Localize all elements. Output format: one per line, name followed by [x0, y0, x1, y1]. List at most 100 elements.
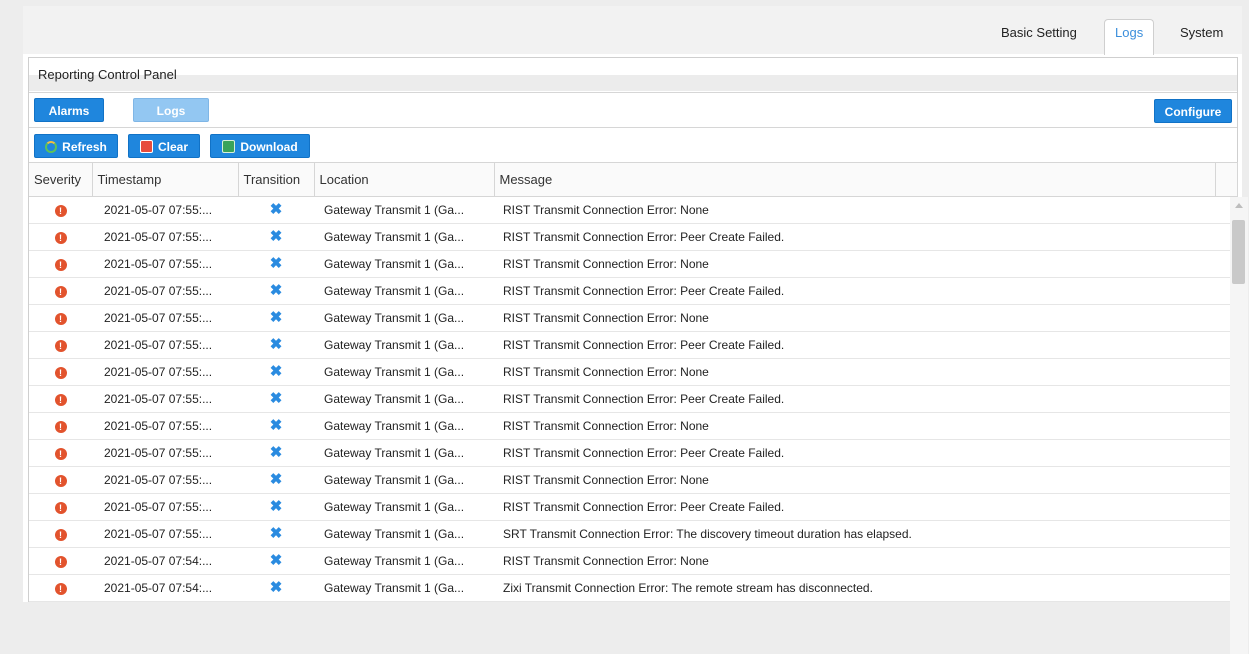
column-header-location[interactable]: Location [314, 162, 495, 197]
severity-cell: ! [29, 412, 92, 440]
severity-cell: ! [29, 304, 92, 332]
error-icon: ! [54, 448, 67, 460]
table-row[interactable]: ! 2021-05-07 07:54:... ✖ Gateway Transmit 1… [29, 574, 1237, 602]
table-row[interactable]: ! 2021-05-07 07:55:... ✖ Gateway Transmit 1… [29, 412, 1237, 440]
refresh-button[interactable]: Refresh [34, 134, 118, 158]
x-mark-icon: ✖ [269, 525, 283, 542]
vertical-scrollbar[interactable] [1230, 197, 1248, 654]
location-cell: Gateway Transmit 1 (Ga... [314, 250, 494, 278]
download-button[interactable]: Download [210, 134, 310, 158]
alarms-button[interactable]: Alarms [34, 98, 104, 122]
logs-button[interactable]: Logs [133, 98, 209, 122]
message-cell: RIST Transmit Connection Error: None [494, 547, 1215, 575]
table-row[interactable]: ! 2021-05-07 07:55:... ✖ Gateway Transmit 1… [29, 223, 1237, 251]
error-icon: ! [54, 583, 67, 595]
scroll-thumb[interactable] [1232, 220, 1245, 284]
configure-button[interactable]: Configure [1154, 99, 1232, 123]
severity-cell: ! [29, 574, 92, 602]
location-cell: Gateway Transmit 1 (Ga... [314, 304, 494, 332]
timestamp-cell: 2021-05-07 07:55:... [92, 493, 238, 521]
location-cell: Gateway Transmit 1 (Ga... [314, 493, 494, 521]
clear-button[interactable]: Clear [128, 134, 200, 158]
error-icon: ! [54, 259, 67, 271]
panel-title: Reporting Control Panel [38, 67, 177, 82]
location-cell: Gateway Transmit 1 (Ga... [314, 358, 494, 386]
timestamp-cell: 2021-05-07 07:55:... [92, 196, 238, 224]
x-mark-icon: ✖ [269, 363, 283, 380]
x-mark-icon: ✖ [269, 471, 283, 488]
download-icon [222, 140, 236, 153]
error-icon: ! [54, 205, 67, 217]
column-header-severity[interactable]: Severity [29, 162, 93, 197]
x-mark-icon: ✖ [269, 282, 283, 299]
table-row[interactable]: ! 2021-05-07 07:55:... ✖ Gateway Transmit 1… [29, 493, 1237, 521]
column-header-transition[interactable]: Transition [238, 162, 315, 197]
timestamp-cell: 2021-05-07 07:55:... [92, 223, 238, 251]
error-icon: ! [54, 475, 67, 487]
message-cell: RIST Transmit Connection Error: None [494, 196, 1215, 224]
message-cell: RIST Transmit Connection Error: Peer Cre… [494, 439, 1215, 467]
x-mark-icon: ✖ [269, 255, 283, 272]
table-row[interactable]: ! 2021-05-07 07:55:... ✖ Gateway Transmit 1… [29, 304, 1237, 332]
x-mark-icon: ✖ [269, 390, 283, 407]
table-row[interactable]: ! 2021-05-07 07:55:... ✖ Gateway Transmit 1… [29, 358, 1237, 386]
timestamp-cell: 2021-05-07 07:55:... [92, 466, 238, 494]
tab-system[interactable]: System [1170, 20, 1233, 54]
error-icon: ! [54, 556, 67, 568]
error-icon: ! [54, 232, 67, 244]
refresh-icon [45, 141, 58, 153]
refresh-label: Refresh [62, 140, 107, 154]
error-icon: ! [54, 394, 67, 406]
view-switcher: Alarms Logs Configure [29, 92, 1237, 128]
table-row[interactable]: ! 2021-05-07 07:54:... ✖ Gateway Transmit 1… [29, 547, 1237, 575]
panel-header: Reporting Control Panel [29, 58, 1237, 91]
error-icon: ! [54, 421, 67, 433]
location-cell: Gateway Transmit 1 (Ga... [314, 412, 494, 440]
transition-cell: ✖ [238, 277, 314, 305]
location-cell: Gateway Transmit 1 (Ga... [314, 520, 494, 548]
clear-icon [139, 140, 153, 153]
location-cell: Gateway Transmit 1 (Ga... [314, 196, 494, 224]
table-row[interactable]: ! 2021-05-07 07:55:... ✖ Gateway Transmit 1… [29, 439, 1237, 467]
message-cell: RIST Transmit Connection Error: None [494, 250, 1215, 278]
column-header-message[interactable]: Message [494, 162, 1216, 197]
location-cell: Gateway Transmit 1 (Ga... [314, 331, 494, 359]
column-header-timestamp[interactable]: Timestamp [92, 162, 239, 197]
table-row[interactable]: ! 2021-05-07 07:55:... ✖ Gateway Transmit 1… [29, 385, 1237, 413]
timestamp-cell: 2021-05-07 07:54:... [92, 574, 238, 602]
tab-basic-setting[interactable]: Basic Setting [991, 20, 1087, 54]
location-cell: Gateway Transmit 1 (Ga... [314, 439, 494, 467]
location-cell: Gateway Transmit 1 (Ga... [314, 385, 494, 413]
table-row[interactable]: ! 2021-05-07 07:55:... ✖ Gateway Transmit 1… [29, 520, 1237, 548]
scroll-up-arrow-icon[interactable] [1235, 203, 1243, 208]
location-cell: Gateway Transmit 1 (Ga... [314, 574, 494, 602]
message-cell: RIST Transmit Connection Error: None [494, 358, 1215, 386]
x-mark-icon: ✖ [269, 498, 283, 515]
severity-cell: ! [29, 250, 92, 278]
download-label: Download [240, 140, 298, 154]
message-cell: SRT Transmit Connection Error: The disco… [494, 520, 1215, 548]
message-cell: RIST Transmit Connection Error: Peer Cre… [494, 277, 1215, 305]
table-row[interactable]: ! 2021-05-07 07:55:... ✖ Gateway Transmit 1… [29, 196, 1237, 224]
message-cell: Zixi Transmit Connection Error: The remo… [494, 574, 1215, 602]
message-cell: RIST Transmit Connection Error: Peer Cre… [494, 493, 1215, 521]
table-body: ! 2021-05-07 07:55:... ✖ Gateway Transmit 1… [29, 196, 1237, 602]
x-mark-icon: ✖ [269, 552, 283, 569]
table-row[interactable]: ! 2021-05-07 07:55:... ✖ Gateway Transmit 1… [29, 250, 1237, 278]
table-row[interactable]: ! 2021-05-07 07:55:... ✖ Gateway Transmit 1… [29, 466, 1237, 494]
tab-bar: Basic Setting Logs System [23, 6, 1242, 55]
message-cell: RIST Transmit Connection Error: None [494, 412, 1215, 440]
tab-logs[interactable]: Logs [1104, 19, 1155, 55]
x-mark-icon: ✖ [269, 228, 283, 245]
message-cell: RIST Transmit Connection Error: Peer Cre… [494, 223, 1215, 251]
message-cell: RIST Transmit Connection Error: Peer Cre… [494, 331, 1215, 359]
location-cell: Gateway Transmit 1 (Ga... [314, 466, 494, 494]
timestamp-cell: 2021-05-07 07:54:... [92, 547, 238, 575]
severity-cell: ! [29, 331, 92, 359]
transition-cell: ✖ [238, 466, 314, 494]
transition-cell: ✖ [238, 304, 314, 332]
timestamp-cell: 2021-05-07 07:55:... [92, 277, 238, 305]
table-row[interactable]: ! 2021-05-07 07:55:... ✖ Gateway Transmit 1… [29, 277, 1237, 305]
reporting-panel: Reporting Control Panel Alarms Logs Conf… [28, 57, 1248, 654]
table-row[interactable]: ! 2021-05-07 07:55:... ✖ Gateway Transmit 1… [29, 331, 1237, 359]
